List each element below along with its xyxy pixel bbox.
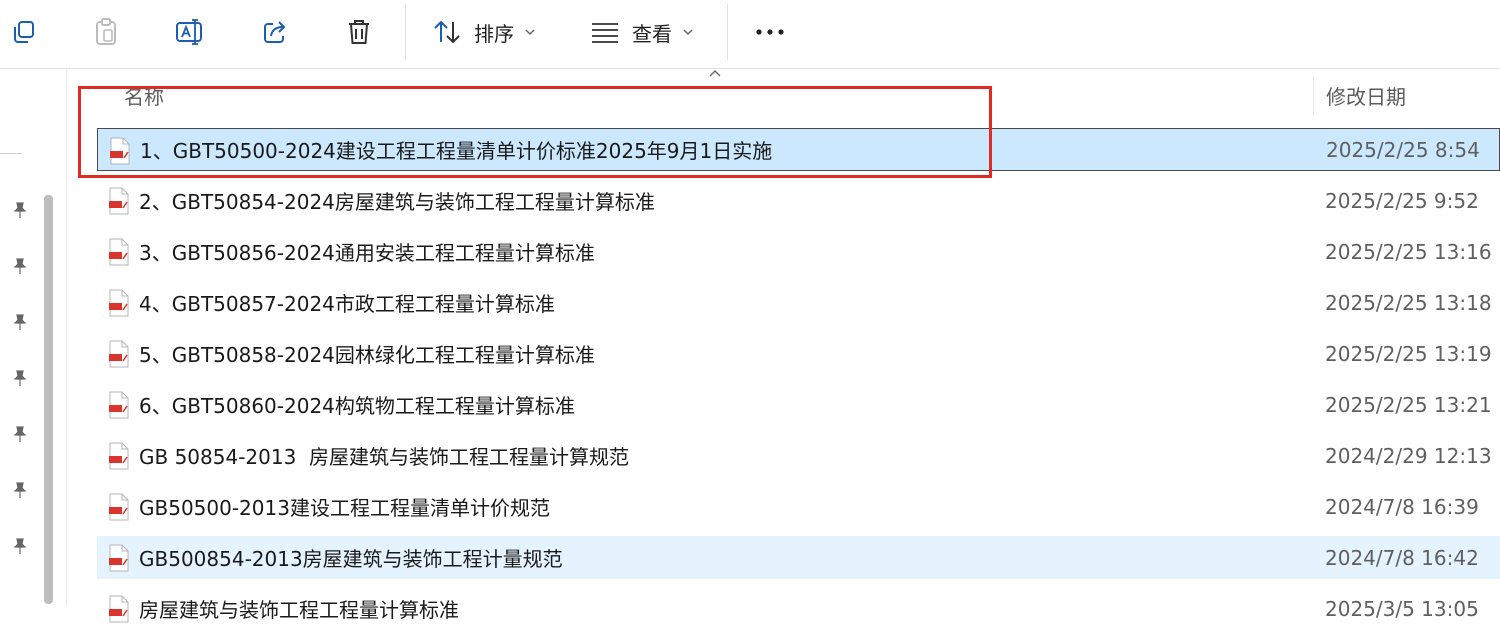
pdf-file-icon (109, 544, 129, 572)
file-modified: 2025/2/25 13:19 (1325, 341, 1492, 366)
file-row[interactable]: 4、GBT50857-2024市政工程工程量计算标准 2025/2/25 13:… (97, 281, 1500, 324)
file-name: 3、GBT50856-2024通用安装工程工程量计算标准 (139, 241, 595, 265)
file-name: 1、GBT50500-2024建设工程工程量清单计价标准2025年9月1日实施 (140, 139, 773, 163)
file-modified: 2025/2/25 9:52 (1325, 188, 1479, 213)
pdf-file-icon (109, 595, 129, 623)
pdf-file-icon (109, 493, 129, 521)
pdf-file-icon (109, 238, 129, 266)
file-modified: 2025/2/25 13:21 (1325, 392, 1492, 417)
file-row[interactable]: 1、GBT50500-2024建设工程工程量清单计价标准2025年9月1日实施 … (97, 128, 1500, 171)
file-modified: 2025/2/25 13:18 (1325, 290, 1492, 315)
file-list: 1、GBT50500-2024建设工程工程量清单计价标准2025年9月1日实施 … (0, 0, 1500, 623)
file-row[interactable]: 5、GBT50858-2024园林绿化工程工程量计算标准 2025/2/25 1… (97, 332, 1500, 375)
file-row[interactable]: GB50500-2013建设工程工程量清单计价规范 2024/7/8 16:39 (97, 485, 1500, 528)
pdf-file-icon (109, 187, 129, 215)
file-name: GB500854-2013房屋建筑与装饰工程计量规范 (139, 547, 563, 571)
file-row[interactable]: 3、GBT50856-2024通用安装工程工程量计算标准 2025/2/25 1… (97, 230, 1500, 273)
file-name: 2、GBT50854-2024房屋建筑与装饰工程工程量计算标准 (139, 190, 655, 214)
file-name: 房屋建筑与装饰工程工程量计算标准 (139, 598, 459, 622)
file-modified: 2024/7/8 16:42 (1325, 545, 1479, 570)
file-name: GB50500-2013建设工程工程量清单计价规范 (139, 496, 550, 520)
file-name: 6、GBT50860-2024构筑物工程工程量计算标准 (139, 394, 575, 418)
file-modified: 2024/2/29 12:13 (1325, 443, 1492, 468)
pdf-file-icon (109, 391, 129, 419)
pdf-file-icon (110, 137, 130, 165)
file-name: 4、GBT50857-2024市政工程工程量计算标准 (139, 292, 555, 316)
file-modified: 2025/2/25 8:54 (1326, 137, 1480, 162)
pdf-file-icon (109, 442, 129, 470)
file-row[interactable]: GB 50854-2013 房屋建筑与装饰工程工程量计算规范 2024/2/29… (97, 434, 1500, 477)
file-modified: 2024/7/8 16:39 (1325, 494, 1479, 519)
file-row[interactable]: GB500854-2013房屋建筑与装饰工程计量规范 2024/7/8 16:4… (97, 536, 1500, 579)
file-row[interactable]: 6、GBT50860-2024构筑物工程工程量计算标准 2025/2/25 13… (97, 383, 1500, 426)
file-modified: 2025/2/25 13:16 (1325, 239, 1492, 264)
file-modified: 2025/3/5 13:05 (1325, 596, 1479, 621)
pdf-file-icon (109, 340, 129, 368)
file-name: 5、GBT50858-2024园林绿化工程工程量计算标准 (139, 343, 595, 367)
file-name: GB 50854-2013 房屋建筑与装饰工程工程量计算规范 (139, 445, 630, 469)
file-row[interactable]: 房屋建筑与装饰工程工程量计算标准 2025/3/5 13:05 (97, 587, 1500, 630)
pdf-file-icon (109, 289, 129, 317)
file-row[interactable]: 2、GBT50854-2024房屋建筑与装饰工程工程量计算标准 2025/2/2… (97, 179, 1500, 222)
